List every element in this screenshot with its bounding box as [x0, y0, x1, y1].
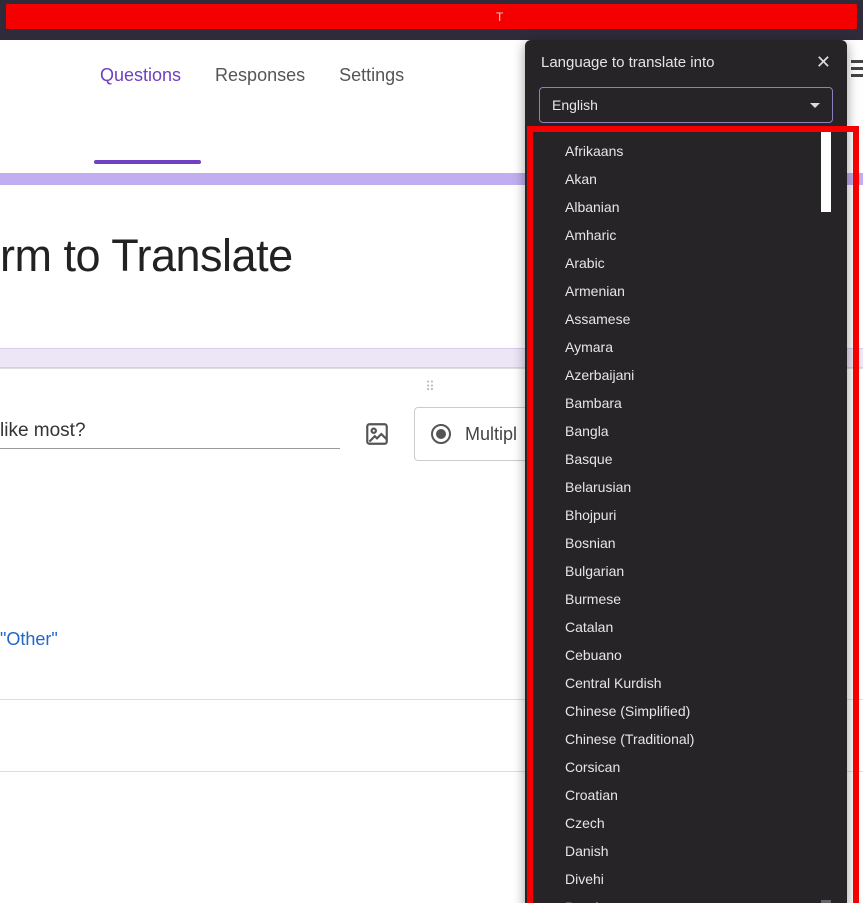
selected-language-label: English — [552, 97, 598, 113]
page-body: Questions Responses Settings rm to Trans… — [0, 40, 863, 903]
question-type-select[interactable]: Multipl — [414, 407, 534, 461]
scrollbar-thumb[interactable] — [821, 132, 831, 212]
tab-text-fragment: T — [496, 10, 503, 24]
language-options-list[interactable]: AfrikaansAkanAlbanianAmharicArabicArmeni… — [525, 133, 847, 903]
tab-questions[interactable]: Questions — [100, 65, 181, 92]
tab-responses[interactable]: Responses — [215, 65, 305, 92]
language-option[interactable]: Basque — [565, 445, 847, 473]
language-option[interactable]: Bambara — [565, 389, 847, 417]
language-option[interactable]: Danish — [565, 837, 847, 865]
dropdown-caret-icon — [810, 103, 820, 108]
language-option[interactable]: Belarusian — [565, 473, 847, 501]
language-option[interactable]: Dogri — [565, 893, 847, 903]
close-icon[interactable]: ✕ — [816, 52, 831, 73]
panel-title: Language to translate into — [541, 54, 714, 71]
language-option[interactable]: Catalan — [565, 613, 847, 641]
hamburger-icon[interactable] — [851, 60, 863, 80]
language-option[interactable]: Bhojpuri — [565, 501, 847, 529]
language-option[interactable]: Assamese — [565, 305, 847, 333]
translate-language-panel: Language to translate into ✕ English Afr… — [525, 40, 847, 903]
browser-top-bar: T — [0, 0, 863, 40]
language-option[interactable]: Albanian — [565, 193, 847, 221]
language-option[interactable]: Bangla — [565, 417, 847, 445]
radio-icon — [431, 424, 451, 444]
language-option[interactable]: Bulgarian — [565, 557, 847, 585]
language-option[interactable]: Central Kurdish — [565, 669, 847, 697]
active-tab-underline — [94, 160, 201, 164]
language-option[interactable]: Croatian — [565, 781, 847, 809]
language-option[interactable]: Aymara — [565, 333, 847, 361]
language-select[interactable]: English — [539, 87, 833, 123]
language-option[interactable]: Azerbaijani — [565, 361, 847, 389]
question-text-input[interactable]: like most? — [0, 420, 340, 442]
language-option[interactable]: Afrikaans — [565, 137, 847, 165]
language-option[interactable]: Chinese (Simplified) — [565, 697, 847, 725]
tab-settings[interactable]: Settings — [339, 65, 404, 92]
language-option[interactable]: Akan — [565, 165, 847, 193]
language-option[interactable]: Chinese (Traditional) — [565, 725, 847, 753]
add-other-link[interactable]: "Other" — [0, 629, 58, 650]
question-text-wrap: like most? — [0, 420, 340, 449]
language-option[interactable]: Cebuano — [565, 641, 847, 669]
language-option[interactable]: Armenian — [565, 277, 847, 305]
language-option[interactable]: Corsican — [565, 753, 847, 781]
language-option[interactable]: Bosnian — [565, 529, 847, 557]
redacted-bar — [6, 4, 857, 29]
language-option[interactable]: Amharic — [565, 221, 847, 249]
language-option[interactable]: Arabic — [565, 249, 847, 277]
language-option[interactable]: Czech — [565, 809, 847, 837]
form-title[interactable]: rm to Translate — [0, 230, 293, 282]
language-option[interactable]: Burmese — [565, 585, 847, 613]
language-option[interactable]: Divehi — [565, 865, 847, 893]
add-image-icon[interactable] — [364, 421, 390, 447]
question-type-label: Multipl — [465, 424, 517, 445]
